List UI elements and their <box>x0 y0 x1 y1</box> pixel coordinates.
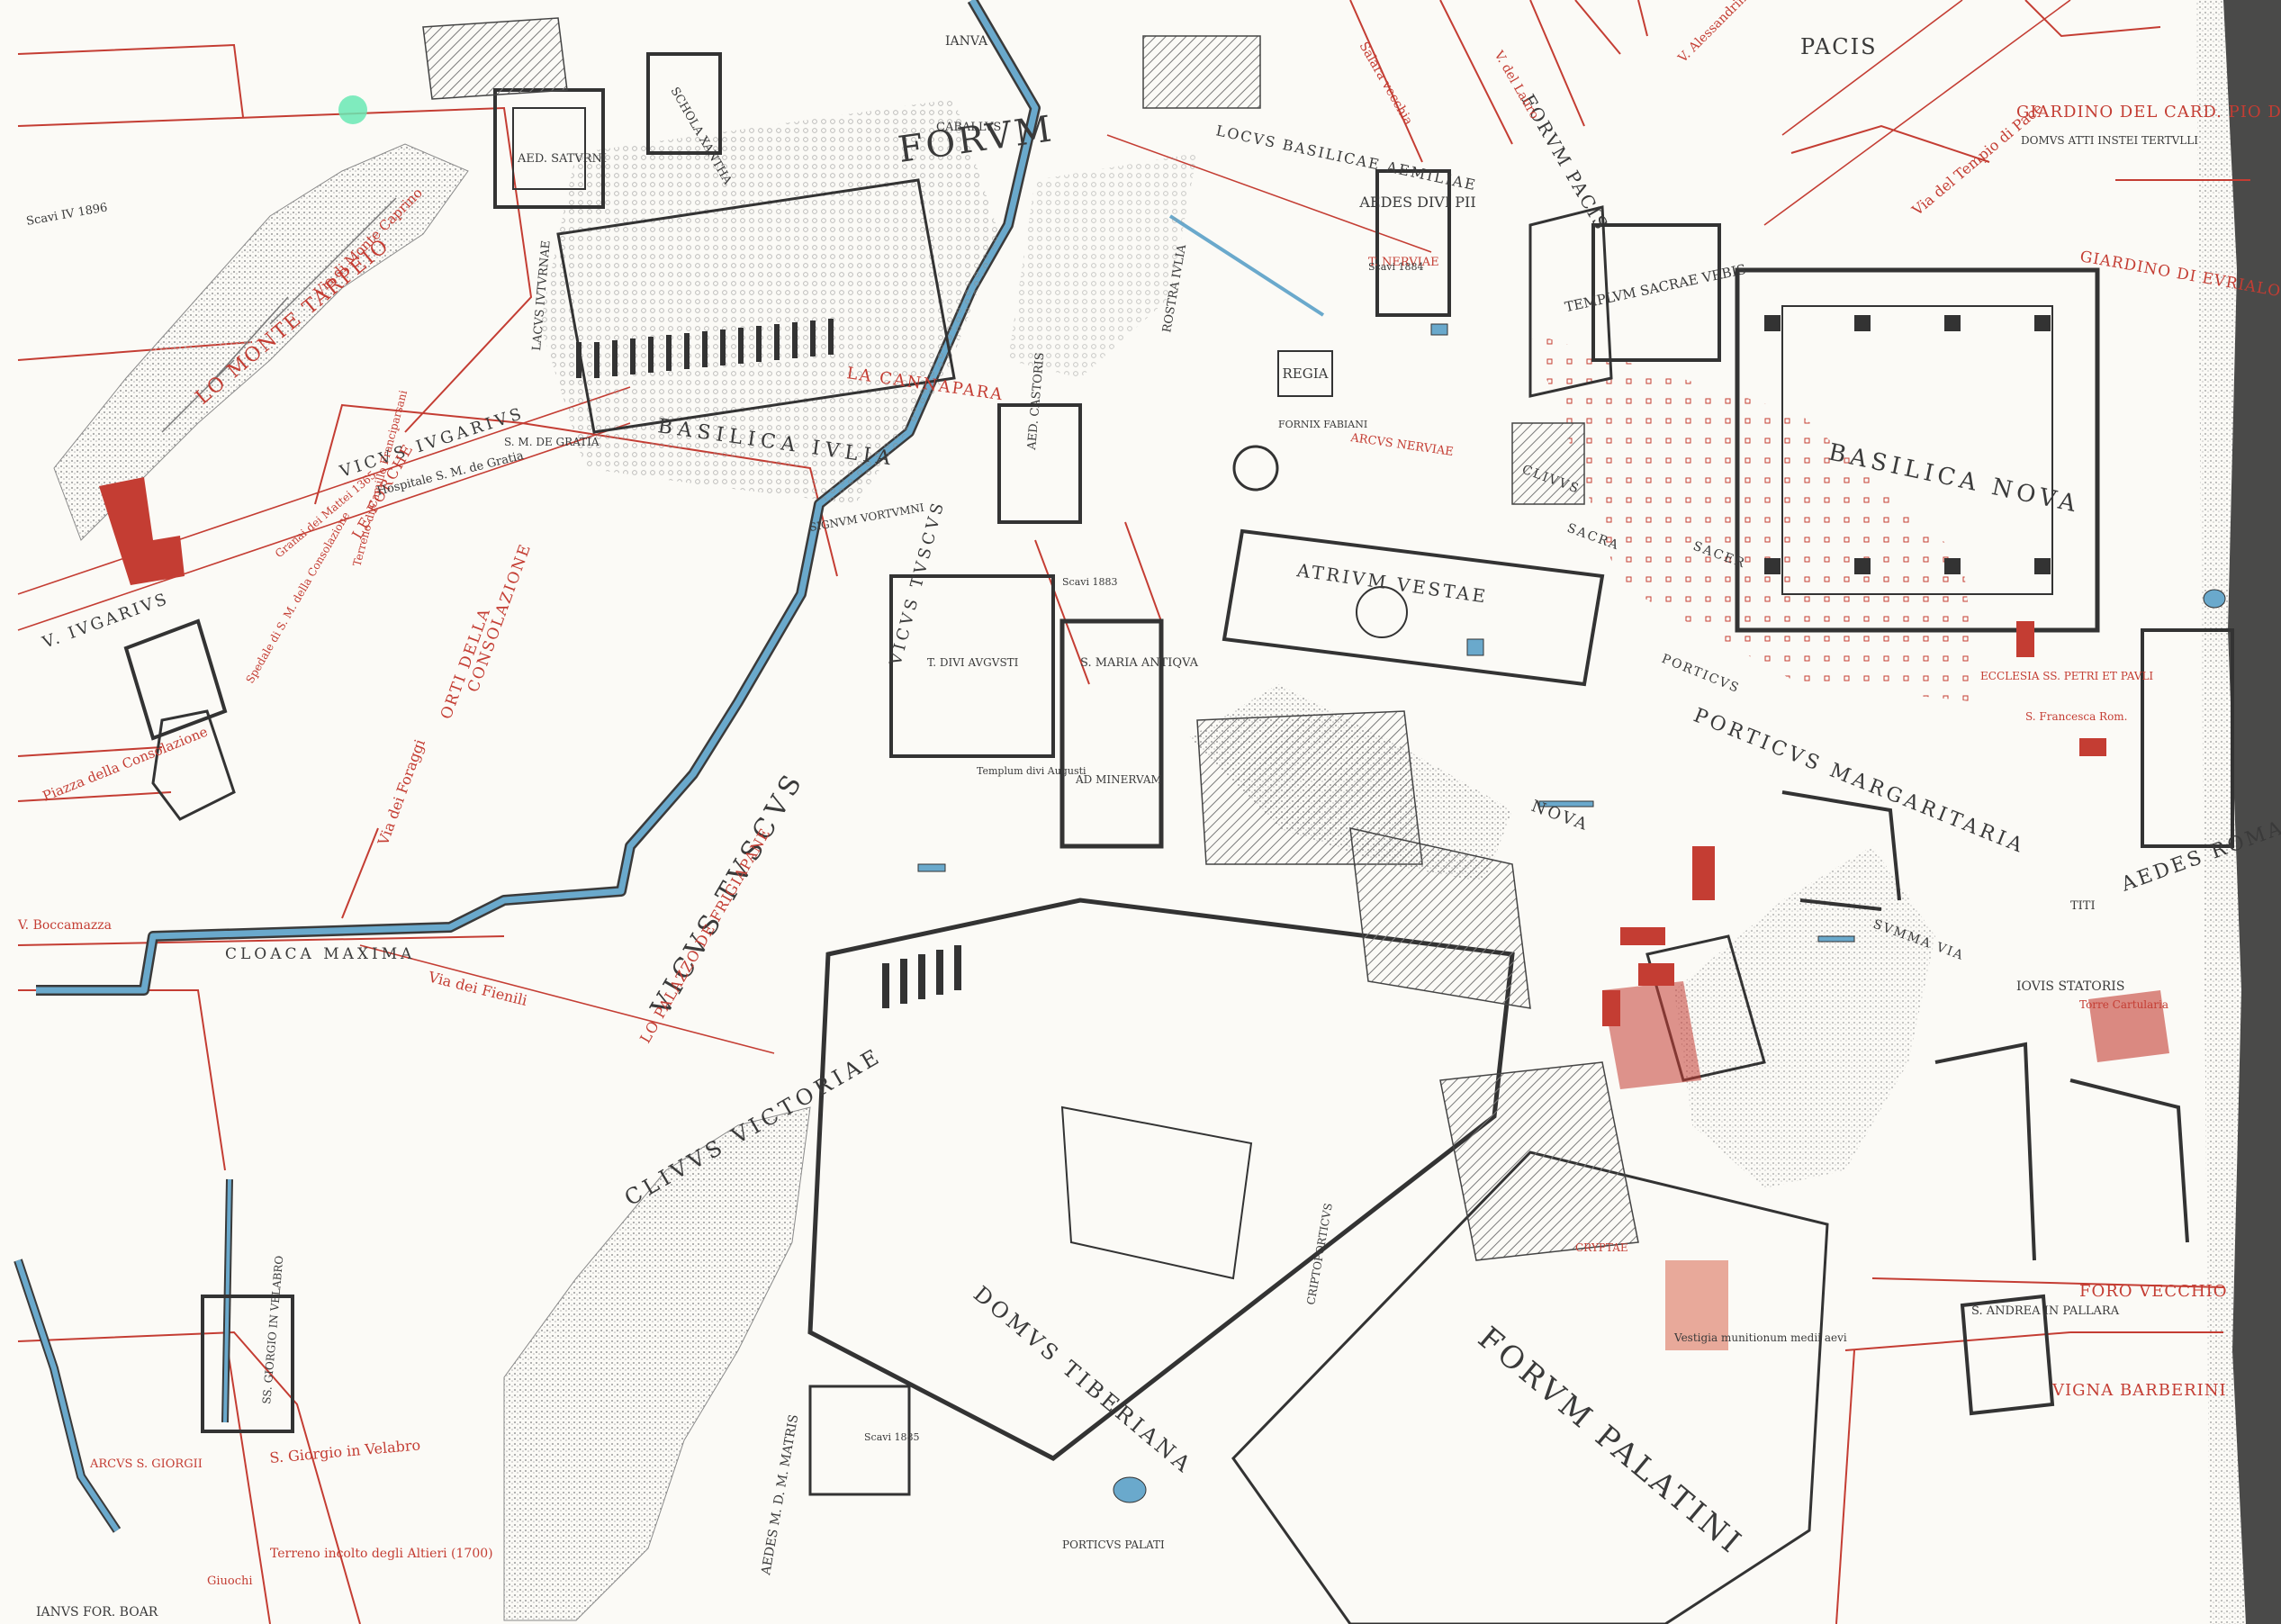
label-scavi-1883: Scavi 1883 <box>1062 576 1117 588</box>
label-torre-cartularia: Torre Cartularia <box>2079 998 2168 1011</box>
label-s-andrea-pallara: S. ANDREA IN PALLARA <box>1971 1304 2120 1318</box>
label-s-maria-antiqua: S. MARIA ANTIQVA <box>1080 656 1199 670</box>
label-iovis-statoris: IOVIS STATORIS <box>2016 979 2124 994</box>
label-s-francesca: S. Francesca Rom. <box>2025 710 2128 723</box>
label-cloaca-maxima: CLOACA MAXIMA <box>225 945 415 963</box>
label-titi: TITI <box>2070 899 2096 913</box>
label-vestigia: Vestigia munitionum medii aevi <box>1673 1331 1847 1344</box>
label-aedes-divi-pii: AEDES DIVI PII <box>1358 194 1475 211</box>
map-canvas: FORVM BASILICA IVLIA BASILICA NOVA FORVM… <box>0 0 2281 1624</box>
label-aed-saturni: AED. SATVRNI <box>517 152 607 166</box>
label-domus-atti: DOMVS ATTI INSTEI TERTVLLI <box>2021 134 2198 147</box>
label-foro-vecchio: FORO VECCHIO <box>2079 1282 2228 1301</box>
label-vigna-barberini: VIGNA BARBERINI <box>2051 1381 2227 1400</box>
label-giuochi: Giuochi <box>207 1574 253 1588</box>
label-cryptae: CRYPTAE <box>1575 1241 1628 1254</box>
label-v-boccamazza: V. Boccamazza <box>17 918 112 933</box>
archaeological-plan-map: FORVM BASILICA IVLIA BASILICA NOVA FORVM… <box>0 0 2281 1624</box>
label-fornix-fabiani: FORNIX FABIANI <box>1278 419 1367 430</box>
label-scavi-1885: Scavi 1885 <box>864 1431 919 1443</box>
label-ad-minervam: AD MINERVAM <box>1075 773 1162 786</box>
label-caballus: CABALLVS <box>936 121 1001 134</box>
label-terreno-altieri: Terreno incolto degli Altieri (1700) <box>270 1547 493 1561</box>
label-tem-augusti: Templum divi Augusti <box>977 765 1086 777</box>
label-giardino-pio-di-carpi: GIARDINO DEL CARD. PIO DI CARPI <box>2016 103 2281 122</box>
label-arcus-s-giorgii: ARCVS S. GIORGII <box>89 1457 203 1471</box>
label-pacis: PACIS <box>1800 34 1878 59</box>
green-marker <box>338 95 367 124</box>
label-porticus-palati: PORTICVS PALATI <box>1062 1538 1165 1551</box>
label-regia: REGIA <box>1283 365 1329 382</box>
label-ecclesia-ss-petri: ECCLESIA SS. PETRI ET PAVLI <box>1980 670 2153 682</box>
label-s-m-de-gratia: S. M. DE GRATIA <box>504 436 600 448</box>
label-t-divi-augusti: T. DIVI AVGVSTI <box>927 656 1019 669</box>
label-ianus-for-boar: IANVS FOR. BOAR <box>36 1605 158 1619</box>
label-scavi-1884: Scavi 1884 <box>1368 261 1423 273</box>
label-ianva: IANVA <box>945 34 988 49</box>
